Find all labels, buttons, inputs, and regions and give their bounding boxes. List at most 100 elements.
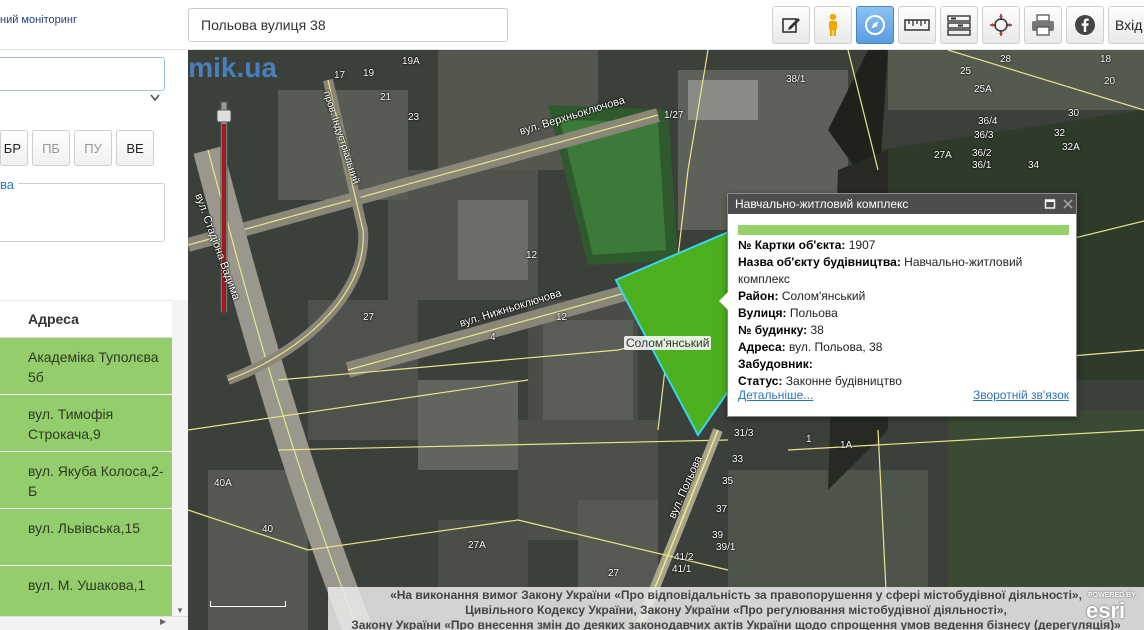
login-button[interactable]: Вхід (1108, 6, 1144, 44)
house-number: 19А (402, 56, 420, 67)
toolbar: Вхід (772, 6, 1144, 44)
field-district: Район: Солом'янський (738, 289, 866, 303)
field-street: Вулиця: Польова (738, 306, 838, 320)
filter-chip[interactable]: БР (0, 130, 28, 166)
scale-bar (210, 601, 286, 607)
table-header-address[interactable]: Адреса (0, 300, 172, 338)
house-number: 30 (1068, 108, 1080, 119)
house-number: 41/2 (674, 552, 694, 563)
search-input[interactable] (188, 8, 508, 42)
list-item[interactable]: вул. М. Ушакова,1 (0, 566, 172, 623)
sidebar-search-input[interactable] (0, 57, 165, 91)
house-number: 37 (716, 504, 728, 515)
house-number: 4 (490, 332, 496, 343)
layers-icon (947, 15, 971, 36)
house-number: 27 (363, 312, 375, 323)
house-number: 19 (363, 68, 375, 79)
print-button[interactable] (1024, 6, 1062, 44)
house-number: 41/1 (672, 564, 692, 575)
house-number: 1 (806, 434, 812, 445)
house-number: 27А (468, 540, 486, 551)
edit-icon (782, 18, 800, 33)
house-number: 27 (608, 568, 620, 579)
layers-button[interactable] (940, 6, 978, 44)
facebook-icon (1075, 15, 1095, 35)
popup-links: Детальніше... Зворотній зв'язок (738, 388, 1069, 402)
house-number: 32 (1054, 128, 1066, 139)
popup-title: Навчально-житловий комплекс (728, 194, 1076, 214)
locate-icon (990, 14, 1012, 36)
filter-box[interactable] (0, 183, 165, 242)
house-number: 1/27 (664, 110, 684, 121)
house-number: 39 (712, 530, 724, 541)
house-number: 21 (380, 92, 392, 103)
horizontal-scrollbar[interactable]: ▶ (0, 616, 188, 630)
house-number: 31/3 (734, 428, 754, 439)
sidebar: БР ПБ ПУ ВЕ ва Адреса Академіка Туполєва… (0, 50, 188, 630)
facebook-button[interactable] (1066, 6, 1104, 44)
list-item[interactable]: вул. Якуба Колоса,2-Б (0, 452, 172, 509)
house-number: 28 (1000, 54, 1012, 65)
house-number: 18 (1100, 54, 1112, 65)
filter-link[interactable]: ва (0, 177, 18, 192)
field-developer: Забудовник: (738, 357, 813, 371)
status-bar (738, 225, 1069, 235)
scroll-right-arrow-icon[interactable]: ▶ (160, 617, 166, 626)
close-icon[interactable] (1062, 198, 1074, 210)
house-number: 20 (1104, 76, 1116, 87)
house-number: 25А (974, 84, 992, 95)
person-icon (829, 13, 837, 36)
filter-chip[interactable]: ПУ (74, 130, 112, 166)
edit-button[interactable] (772, 6, 810, 44)
house-number: 34 (1028, 160, 1040, 171)
list-item[interactable]: вул. Львівська,15 (0, 509, 172, 566)
house-number: 36/1 (972, 160, 992, 171)
map-view[interactable]: Forum.Domik.ua вул. Верхньоключова вул. … (188, 50, 1144, 630)
filter-chips: БР ПБ ПУ ВЕ (0, 130, 154, 166)
house-number: 12 (556, 312, 568, 323)
locate-button[interactable] (982, 6, 1020, 44)
navigate-button[interactable] (856, 6, 894, 44)
house-number: 36/2 (972, 148, 992, 159)
chevron-down-icon[interactable] (150, 94, 160, 102)
results-list: Академіка Туполєва 5б вул. Тимофія Строк… (0, 338, 172, 623)
compass-icon (865, 15, 885, 35)
details-link[interactable]: Детальніше... (738, 388, 813, 402)
house-number: 23 (408, 112, 420, 123)
field-object-name: Назва об'єкту будівництва: Навчально-жит… (738, 255, 1023, 286)
feedback-link[interactable]: Зворотній зв'язок (973, 388, 1069, 402)
popup-pointer (719, 292, 728, 310)
house-number: 17 (334, 70, 346, 81)
field-card-number: № Картки об'єкта: 1907 (738, 238, 876, 252)
house-number: 32А (1062, 142, 1080, 153)
house-number: 33 (732, 454, 744, 465)
info-popup: Навчально-житловий комплекс № Картки об'… (719, 193, 1077, 417)
field-address: Адреса: вул. Польова, 38 (738, 340, 883, 354)
list-item[interactable]: Академіка Туполєва 5б (0, 338, 172, 395)
maximize-icon[interactable] (1044, 198, 1056, 210)
house-number: 40А (214, 478, 232, 489)
filter-chip[interactable]: ПБ (32, 130, 70, 166)
house-number: 36/3 (974, 130, 994, 141)
measure-button[interactable] (898, 6, 936, 44)
house-number: 40 (262, 524, 274, 535)
ruler-icon (904, 19, 930, 31)
print-icon (1032, 14, 1054, 36)
popup-fields: № Картки об'єкта: 1907 Назва об'єкту буд… (728, 235, 1076, 390)
filter-chip[interactable]: ВЕ (116, 130, 154, 166)
house-number: 38/1 (786, 74, 806, 85)
house-number: 36/4 (978, 116, 998, 127)
house-number: 35 (722, 476, 734, 487)
street-view-button[interactable] (814, 6, 852, 44)
district-label: Солом'янський (624, 336, 712, 350)
list-item[interactable]: вул. Тимофія Строкача,9 (0, 395, 172, 452)
house-number: 27А (934, 150, 952, 161)
notice-line: Цивільного Кодексу України, Закону Украї… (465, 603, 1007, 617)
field-house-number: № будинку: 38 (738, 323, 824, 337)
notice-line: «На виконання вимог Закону України «Про … (390, 588, 1082, 602)
house-number: 1А (840, 440, 853, 451)
header: ний моніторинг Вхід (0, 0, 1144, 50)
house-number: 12 (526, 250, 538, 261)
house-number: 39/1 (716, 542, 736, 553)
list-scrollbar[interactable] (172, 300, 188, 630)
